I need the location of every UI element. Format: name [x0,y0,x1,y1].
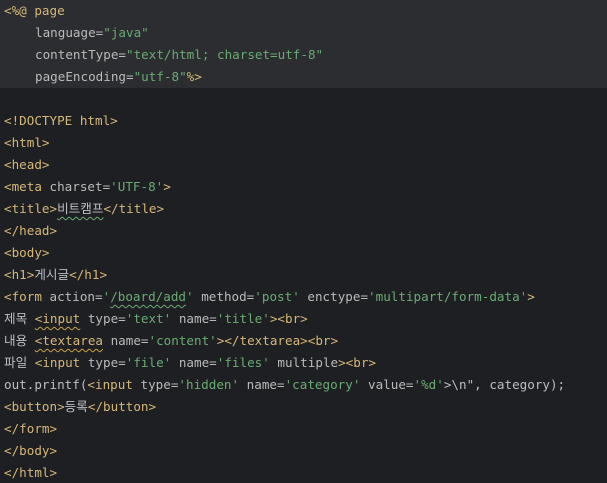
code-line[interactable]: <meta charset='UTF-8'> [0,176,607,198]
attr-name: type= [132,377,179,392]
attr-name: charset= [41,179,111,194]
attr-name: type= [80,311,126,326]
title-text: 비트캠프 [57,201,104,216]
code-line[interactable]: <title>비트캠프</title> [0,198,607,220]
code-line[interactable]: 내용 <textarea name='content'></textarea><… [0,330,607,352]
printf-prefix: out.printf( [4,377,88,392]
attr-value: 'content' [148,333,217,348]
body-open-tag: <body> [4,245,50,260]
code-line[interactable]: <%@ page [0,0,607,22]
br-tag: ><br> [338,355,377,370]
code-line[interactable]: </head> [0,220,607,242]
attr-name: name= [171,311,217,326]
code-editor[interactable]: <%@ page language="java" contentType="te… [0,0,607,483]
attr-value: '%d' [413,377,444,392]
attr-name: name= [103,333,149,348]
attr-name: language= [35,25,104,40]
body-close-tag: </body> [4,443,58,458]
html-close-tag: </html> [4,465,58,480]
code-line[interactable]: </html> [0,462,607,483]
textarea-close-tag: ></textarea><br> [216,333,339,348]
code-line[interactable]: </form> [0,418,607,440]
attr-name: value= [360,377,414,392]
attr-name: type= [80,355,126,370]
h1-text: 게시글 [34,267,70,282]
label-text: 파일 [4,355,35,370]
code-line[interactable]: contentType="text/html; charset=utf-8" [0,44,607,66]
attr-name: action= [41,289,103,304]
attr-value: 'post' [254,289,300,304]
input-tag: <input [34,355,81,370]
button-close-tag: </button> [87,399,157,414]
br-tag: ><br> [269,311,308,326]
title-open-tag: <title> [4,201,58,216]
attr-value: '/board/add' [102,289,194,304]
code-line[interactable]: <head> [0,154,607,176]
title-close-tag: </title> [103,201,165,216]
head-close-tag: </head> [4,223,58,238]
attr-name: multiple [269,355,339,370]
jsp-directive-close: %> [186,69,202,84]
code-line[interactable] [0,88,607,110]
attr-value: 'files' [216,355,270,370]
attr-value: 'hidden' [178,377,240,392]
tag-close: > [527,289,535,304]
h1-close-tag: </h1> [69,267,108,282]
button-text: 등록 [64,399,88,414]
attr-value: 'UTF-8' [110,179,164,194]
h1-open-tag: <h1> [4,267,35,282]
directive-keyword: page [34,3,65,18]
attr-value: 'category' [284,377,361,392]
attr-value: 'file' [125,355,172,370]
button-open-tag: <button> [4,399,65,414]
code-line[interactable]: pageEncoding="utf-8"%> [0,66,607,88]
attr-name: enctype= [299,289,369,304]
code-line[interactable]: <body> [0,242,607,264]
attr-value: "java" [103,25,149,40]
form-open-tag: <form [4,289,42,304]
doctype: <!DOCTYPE html> [4,113,118,128]
code-line[interactable]: 파일 <input type='file' name='files' multi… [0,352,607,374]
attr-name: method= [193,289,255,304]
attr-name: name= [171,355,217,370]
attr-value: "text/html; charset=utf-8" [126,47,324,62]
code-line[interactable]: <h1>게시글</h1> [0,264,607,286]
code-line[interactable]: <button>등록</button> [0,396,607,418]
label-text: 내용 [4,333,35,348]
action-path: /board/add [110,289,187,304]
code-line[interactable]: language="java" [0,22,607,44]
code-line[interactable]: out.printf(<input type='hidden' name='ca… [0,374,607,396]
attr-name: name= [239,377,285,392]
code-line[interactable]: <!DOCTYPE html> [0,110,607,132]
meta-tag: <meta [4,179,42,194]
form-close-tag: </form> [4,421,58,436]
attr-name: pageEncoding= [35,69,134,84]
attr-value: 'multipart/form-data' [368,289,528,304]
attr-name: contentType= [35,47,126,62]
textarea-tag: <textarea [34,333,104,348]
code-line[interactable]: <html> [0,132,607,154]
attr-value: 'title' [216,311,270,326]
attr-value: 'text' [125,311,172,326]
label-text: 제목 [4,311,35,326]
jsp-directive-open: <%@ [4,3,27,18]
code-line[interactable]: </body> [0,440,607,462]
input-tag: <input [34,311,81,326]
attr-value: "utf-8" [133,69,187,84]
printf-suffix: >\n", category); [443,377,566,392]
code-line[interactable]: 제목 <input type='text' name='title'><br> [0,308,607,330]
input-tag: <input [87,377,133,392]
tag-close: > [163,179,171,194]
head-open-tag: <head> [4,157,50,172]
code-line[interactable]: <form action='/board/add' method='post' … [0,286,607,308]
html-open-tag: <html> [4,135,50,150]
